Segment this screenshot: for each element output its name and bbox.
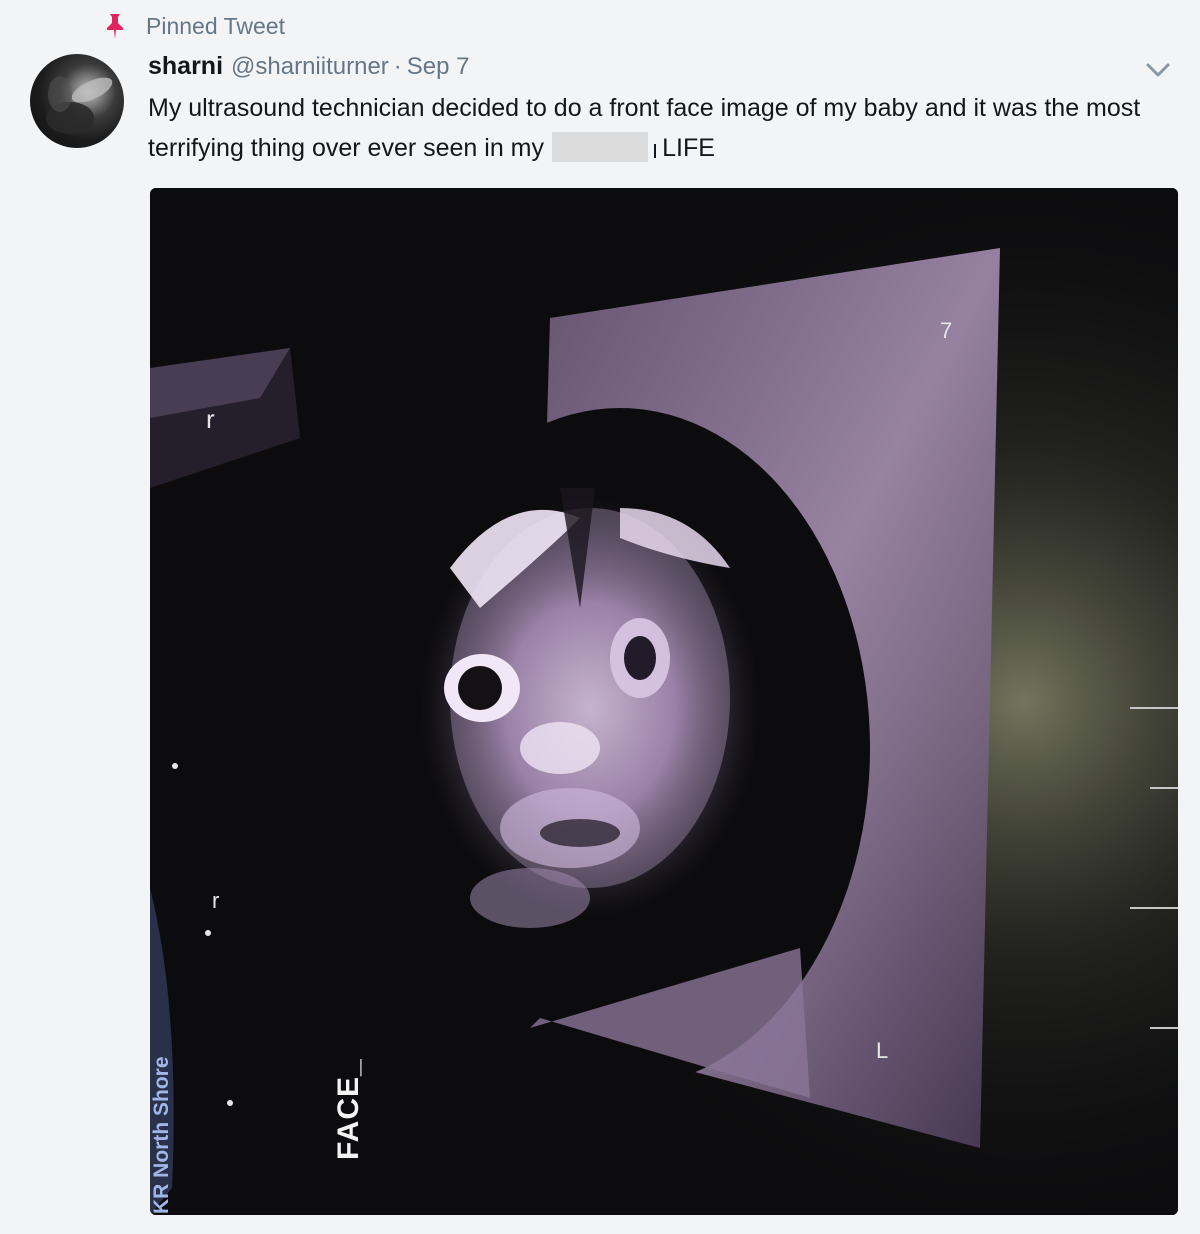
ultrasound-image[interactable]: r r 7 L — [150, 188, 1178, 1215]
pinned-label: Pinned Tweet — [146, 12, 285, 39]
avatar[interactable] — [30, 54, 124, 148]
svg-text:r: r — [212, 888, 219, 913]
pin-icon — [107, 14, 123, 39]
redaction-bar — [552, 132, 649, 162]
svg-text:L: L — [876, 1038, 888, 1063]
tweet-date[interactable]: Sep 7 — [407, 53, 470, 81]
tweet-card[interactable]: Pinned Tweet sharni @sharniiturner · Sep… — [0, 0, 1200, 1234]
author-name[interactable]: sharni — [148, 52, 223, 81]
pinned-tweet-row: Pinned Tweet — [104, 10, 285, 42]
tweet-text-end — [646, 134, 662, 162]
chevron-down-icon[interactable] — [1144, 60, 1172, 80]
brand-label: KR North Shore — [150, 1056, 173, 1215]
tweet-text: My ultrasound technician decided to do a… — [148, 88, 1148, 168]
face-label: FACE_ — [332, 1058, 365, 1160]
author-handle[interactable]: @sharniiturner — [231, 53, 389, 81]
header-separator: · — [393, 53, 402, 80]
tweet-header: sharni @sharniiturner · Sep 7 — [148, 52, 470, 86]
svg-text:r: r — [206, 404, 215, 434]
tweet-text-life: LIFE — [662, 134, 715, 162]
svg-text:7: 7 — [940, 318, 952, 343]
